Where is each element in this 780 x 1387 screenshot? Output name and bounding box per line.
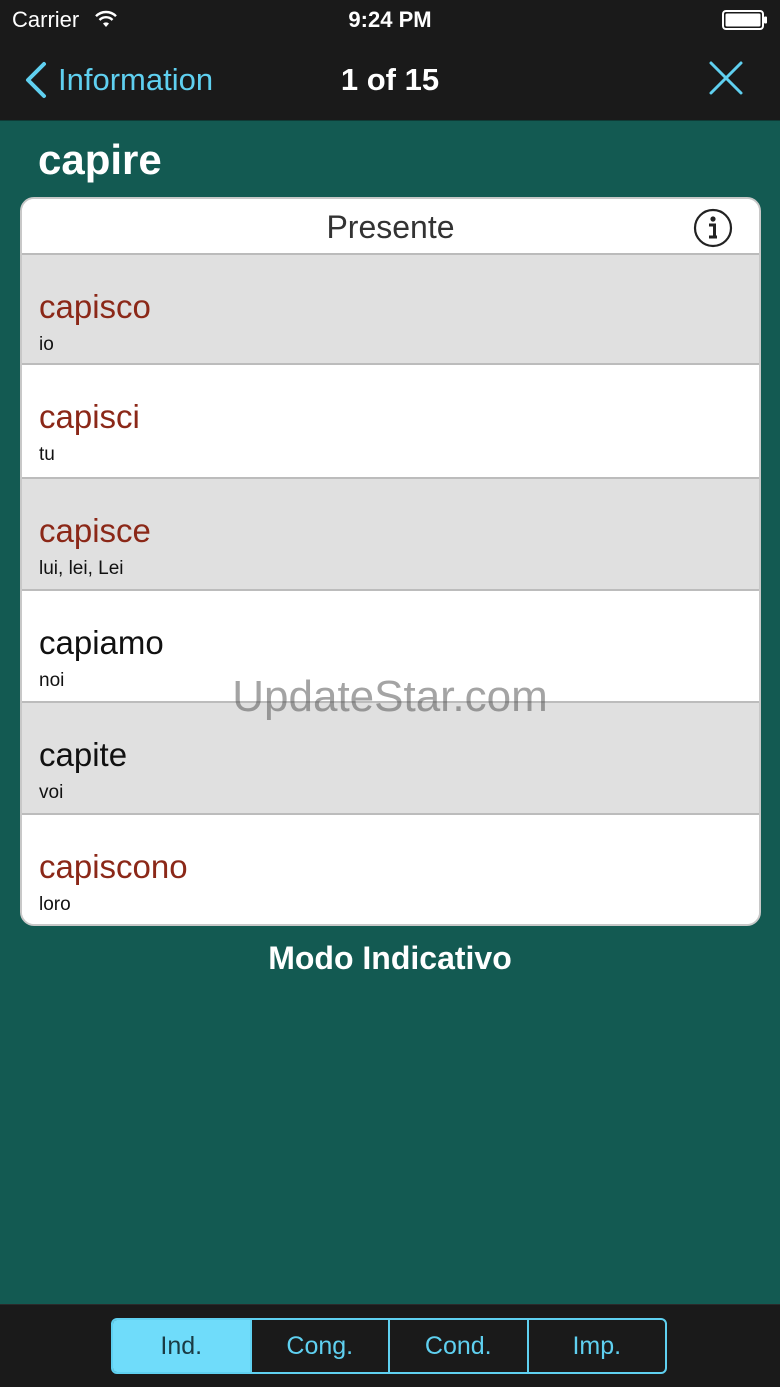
pronoun-label: voi: [39, 782, 64, 803]
pronoun-label: tu: [39, 444, 55, 465]
status-time: 9:24 PM: [348, 7, 432, 32]
verb-form: capiamo: [39, 624, 164, 661]
verb-form: capisci: [39, 398, 140, 435]
conjugation-row[interactable]: capisce lui, lei, Lei: [22, 479, 759, 591]
conjugation-row[interactable]: capisco io: [22, 255, 759, 365]
segment-cond[interactable]: Cond.: [390, 1320, 529, 1372]
verb-title: capire: [38, 136, 162, 183]
mood-label: Modo Indicativo: [268, 940, 512, 976]
conjugation-list: capisco io capisci tu capisce lui, lei, Lei ca…: [22, 255, 759, 924]
verb-form: capiscono: [39, 848, 188, 885]
tense-title: Presente: [326, 209, 455, 245]
page-counter: 1 of 15: [340, 62, 440, 97]
conjugation-row[interactable]: capisci tu: [22, 365, 759, 479]
conjugation-card: Presente capisco io capisci tu capisce lui, l…: [20, 197, 761, 926]
conjugation-row[interactable]: capiscono loro: [22, 815, 759, 924]
segment-ind[interactable]: Ind.: [113, 1320, 252, 1372]
pronoun-label: io: [39, 334, 54, 355]
pronoun-label: loro: [39, 894, 71, 915]
pronoun-label: noi: [39, 670, 65, 691]
tense-header: Presente: [22, 199, 759, 255]
nav-bar: Information 1 of 15: [0, 40, 780, 120]
segment-cong[interactable]: Cong.: [252, 1320, 390, 1372]
verb-form: capite: [39, 736, 128, 773]
close-icon[interactable]: [708, 60, 744, 96]
status-bar: Carrier 9:24 PM: [0, 0, 780, 40]
pronoun-label: lui, lei, Lei: [39, 558, 124, 579]
battery-icon: [722, 10, 767, 30]
conjugation-row[interactable]: capiamo noi: [22, 591, 759, 703]
mood-segmented-control: Ind. Cong. Cond. Imp.: [111, 1318, 667, 1374]
verb-form: capisco: [39, 288, 151, 325]
bottom-bar: Ind. Cong. Cond. Imp.: [0, 1304, 780, 1387]
conjugation-row[interactable]: capite voi: [22, 703, 759, 815]
verb-form: capisce: [39, 512, 151, 549]
info-icon[interactable]: [693, 208, 733, 248]
segment-imp[interactable]: Imp.: [529, 1320, 666, 1372]
top-bar: Carrier 9:24 PM Information 1 of 15: [0, 0, 780, 121]
